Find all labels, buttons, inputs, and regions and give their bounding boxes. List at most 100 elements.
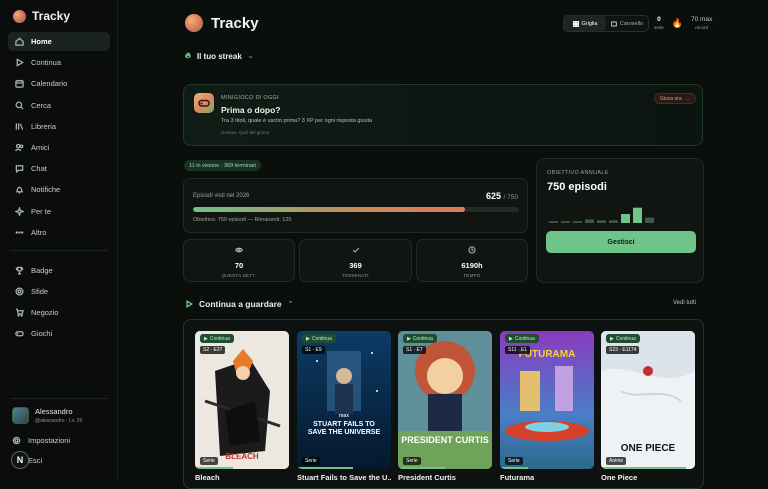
streak-label: Il tuo streak: [196, 51, 242, 61]
eye-icon: [234, 247, 244, 253]
sidebar-item-sfide[interactable]: Sfide: [8, 282, 110, 301]
play-icon: ▶: [204, 335, 208, 342]
poster-stuart[interactable]: max STUART FAILS TO SAVE THE UNIVERSE ▶ C…: [297, 331, 391, 469]
brand[interactable]: Tracky: [13, 9, 70, 23]
sidebar-item-altro[interactable]: Altro: [8, 223, 110, 242]
gamepad-icon: [194, 93, 214, 113]
continue-tag-label: Continua: [209, 335, 230, 342]
poster-futurama[interactable]: FUTURAMA ▶ Continua S11 · E1 Serie: [500, 331, 594, 469]
record-value: 70 max: [690, 16, 713, 23]
sidebar-item-label: Amici: [31, 142, 50, 152]
annual-bar: [621, 214, 630, 223]
poster-title[interactable]: One Piece: [601, 473, 695, 482]
minigame-title: Prima o dopo?: [221, 105, 281, 115]
annual-bar: [561, 221, 570, 223]
continue-watching-card: BLEACH ▶ Continua S2 · E27 Serie max STUA…: [183, 319, 704, 489]
chevron-down-icon: ⌄: [247, 53, 254, 60]
poster-title[interactable]: President Curtis: [398, 473, 492, 482]
stat-week-value: 70: [234, 261, 244, 270]
episodes-label: Episodi visti nel 2026: [193, 193, 250, 199]
sidebar-item-home[interactable]: Home: [8, 32, 110, 51]
poster-bleach[interactable]: BLEACH ▶ Continua S2 · E27 Serie: [195, 331, 289, 469]
user-profile[interactable]: Alessandro @alessandro · Lv. 29: [12, 407, 82, 424]
type-badge: Serie: [403, 457, 421, 465]
poster-one-piece[interactable]: ONE PIECE ▶ Continua S23 · E1174 Anime: [601, 331, 695, 469]
sidebar-item-amici[interactable]: Amici: [8, 138, 110, 157]
view-grid-button[interactable]: Griglia: [564, 16, 606, 31]
calendar-icon: [15, 80, 24, 89]
sidebar-item-giochi[interactable]: Giochi: [8, 324, 110, 343]
page-title: Tracky: [211, 14, 259, 32]
streak-stats: 0 serie 🔥 70 max record: [654, 16, 712, 30]
annual-mini-chart: [549, 207, 654, 223]
poster-progress: [297, 467, 354, 469]
stat-time-label: TEMPO: [463, 273, 481, 278]
poster-title[interactable]: Stuart Fails to Save the U...: [297, 473, 391, 482]
continue-watching-header[interactable]: Continua a guardare ⌃: [185, 299, 294, 309]
episode-badge: S1 · E7: [403, 346, 426, 354]
series-stat: 0 serie: [654, 16, 664, 30]
manage-goal-button[interactable]: Gestisci: [546, 231, 696, 253]
sidebar-item-label: Libreria: [31, 121, 57, 131]
stat-finished-label: TERMINATI: [342, 273, 369, 278]
sidebar-item-label: Notifiche: [31, 185, 61, 195]
sidebar-item-libreria[interactable]: Libreria: [8, 117, 110, 136]
friends-icon: [15, 143, 24, 152]
play-now-button[interactable]: Gioca ora →: [654, 93, 696, 104]
poster-progress: [398, 467, 445, 469]
poster-title[interactable]: Futurama: [500, 473, 594, 482]
episodes-total: / 750: [503, 194, 518, 201]
avatar: [12, 407, 29, 424]
main-content: Tracky Griglia Carosello 0 serie 🔥 70 ma…: [118, 0, 768, 489]
sidebar-item-per-te[interactable]: Per te: [8, 202, 110, 221]
episodes-value: 625: [485, 191, 502, 201]
poster-president-curtis[interactable]: PRESIDENT CURTIS ▶ Continua S1 · E7 Serie: [398, 331, 492, 469]
app-name: Tracky: [32, 9, 71, 23]
search-icon: [15, 101, 24, 110]
minigame-description: Tra 3 titoli, quale è uscito prima? 3 XP…: [221, 118, 373, 124]
sidebar-item-label: Badge: [31, 265, 53, 275]
fire-icon: 🔥: [671, 18, 683, 28]
play-now-label: Gioca ora: [660, 95, 682, 102]
view-carousel-label: Carosello: [619, 20, 644, 27]
annual-kicker: OBIETTIVO ANNUALE: [547, 170, 609, 176]
continue-tag: ▶ Continua: [606, 334, 640, 343]
next-badge[interactable]: N: [11, 451, 29, 469]
sidebar-item-chat[interactable]: Chat: [8, 159, 110, 178]
sidebar-item-calendario[interactable]: Calendario: [8, 74, 110, 93]
sidebar-item-notifiche[interactable]: Notifiche: [8, 180, 110, 199]
continue-tag-label: Continua: [412, 335, 433, 342]
check-icon: [352, 247, 359, 253]
sidebar-item-continua[interactable]: Continua: [8, 53, 110, 72]
carousel-icon: [610, 20, 617, 27]
minigame-card[interactable]: MINIGIOCO DI OGGI Prima o dopo? Tra 3 ti…: [183, 84, 703, 146]
sidebar-item-badge[interactable]: Badge: [8, 261, 110, 280]
episodes-card: Episodi visti nel 2026 625 / 750 Obietti…: [183, 178, 528, 233]
sidebar-item-negozio[interactable]: Negozio: [8, 303, 110, 322]
poster-logo: ONE PIECE: [620, 443, 676, 454]
minigame-kicker: MINIGIOCO DI OGGI: [221, 95, 279, 101]
sidebar-item-label: Home: [31, 37, 52, 46]
type-badge: Serie: [200, 457, 218, 465]
continue-watching-title: Continua a guardare: [199, 299, 282, 309]
series-label: serie: [654, 25, 664, 30]
sidebar: Tracky Home Continua Calendario Cerca Li…: [0, 0, 118, 480]
type-badge: Serie: [505, 457, 523, 465]
stat-finished: 369 TERMINATI: [299, 239, 412, 282]
annual-bar: [633, 207, 642, 223]
chevron-up-icon: ⌃: [287, 301, 294, 308]
poster-progress: [601, 467, 686, 469]
annual-bar: [549, 221, 558, 223]
streak-toggle[interactable]: 🔥︎ Il tuo streak ⌄: [185, 51, 254, 61]
target-icon: [15, 287, 24, 296]
chat-icon: [15, 165, 24, 174]
stat-finished-value: 369: [349, 261, 362, 270]
see-all-link[interactable]: Vedi tutti: [673, 300, 696, 306]
app-logo-icon: [185, 14, 203, 32]
view-carousel-button[interactable]: Carosello: [606, 16, 648, 31]
settings-link[interactable]: Impostazioni: [12, 436, 70, 445]
poster-title[interactable]: Bleach: [195, 473, 289, 482]
record-label: record: [695, 25, 709, 30]
bell-icon: [15, 186, 24, 194]
sidebar-item-cerca[interactable]: Cerca: [8, 96, 110, 115]
